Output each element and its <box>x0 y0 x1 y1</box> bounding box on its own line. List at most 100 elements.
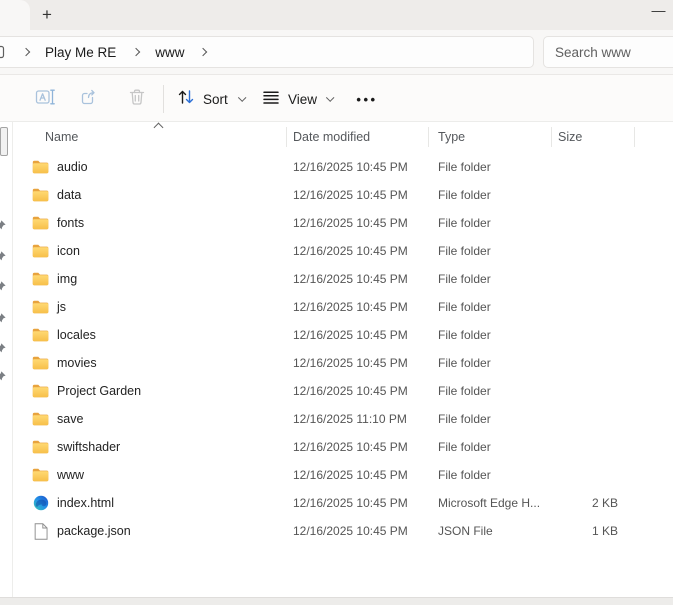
file-row[interactable]: audio 12/16/2025 10:45 PM File folder <box>12 153 673 181</box>
minimize-button[interactable]: — <box>644 0 673 26</box>
file-row[interactable]: Project Garden 12/16/2025 10:45 PM File … <box>12 377 673 405</box>
file-row[interactable]: fonts 12/16/2025 10:45 PM File folder <box>12 209 673 237</box>
file-row[interactable]: index.html 12/16/2025 10:45 PM Microsoft… <box>12 489 673 517</box>
folder-icon <box>32 412 49 426</box>
file-name: index.html <box>57 496 114 510</box>
location-icon <box>0 44 5 60</box>
column-resize-handle[interactable] <box>634 127 635 147</box>
file-row[interactable]: js 12/16/2025 10:45 PM File folder <box>12 293 673 321</box>
file-row[interactable]: swiftshader 12/16/2025 10:45 PM File fol… <box>12 433 673 461</box>
file-row[interactable]: data 12/16/2025 10:45 PM File folder <box>12 181 673 209</box>
file-type: File folder <box>438 356 491 370</box>
sort-icon <box>176 88 196 111</box>
tab-bar: ✕ + — <box>0 0 673 30</box>
file-date-modified: 12/16/2025 10:45 PM <box>293 468 408 482</box>
file-row[interactable]: img 12/16/2025 10:45 PM File folder <box>12 265 673 293</box>
file-name: locales <box>57 328 96 342</box>
nav-scrollbar-thumb[interactable] <box>0 127 8 156</box>
file-type: File folder <box>438 412 491 426</box>
file-row[interactable]: package.json 12/16/2025 10:45 PM JSON Fi… <box>12 517 673 545</box>
chevron-down-icon <box>238 93 246 102</box>
file-name: audio <box>57 160 88 174</box>
address-bar: Play Me RE www Search www <box>0 30 673 74</box>
file-date-modified: 12/16/2025 10:45 PM <box>293 300 408 314</box>
chevron-down-icon <box>326 93 335 102</box>
share-button[interactable] <box>77 85 101 113</box>
search-input[interactable]: Search www <box>543 36 673 68</box>
breadcrumb-item-www[interactable]: www <box>155 45 184 60</box>
folder-icon <box>32 272 49 286</box>
file-date-modified: 12/16/2025 10:45 PM <box>293 384 408 398</box>
pin-icon <box>0 220 6 230</box>
pin-icon <box>0 281 6 291</box>
breadcrumb-item-play-me-re[interactable]: Play Me RE <box>45 45 116 60</box>
pin-icon <box>0 371 6 381</box>
file-list: audio 12/16/2025 10:45 PM File folder da… <box>12 153 673 545</box>
breadcrumb-chevron-icon[interactable] <box>21 47 31 57</box>
file-name: save <box>57 412 84 426</box>
file-row[interactable]: locales 12/16/2025 10:45 PM File folder <box>12 321 673 349</box>
file-type: JSON File <box>438 524 493 538</box>
folder-icon <box>32 468 49 482</box>
delete-button[interactable] <box>125 85 149 113</box>
list-header: Name Date modified Type Size <box>12 122 673 151</box>
column-header-name[interactable]: Name <box>12 130 286 144</box>
nav-pin <box>0 217 6 230</box>
status-bar <box>0 597 673 605</box>
file-date-modified: 12/16/2025 10:45 PM <box>293 524 408 538</box>
folder-icon <box>32 188 49 202</box>
file-type: File folder <box>438 160 491 174</box>
file-name: img <box>57 272 78 286</box>
nav-pin <box>0 368 6 381</box>
view-icon <box>262 88 280 111</box>
address-field[interactable]: Play Me RE www <box>0 36 534 68</box>
view-button[interactable]: View <box>262 85 335 113</box>
file-date-modified: 12/16/2025 10:45 PM <box>293 356 408 370</box>
column-resize-handle[interactable] <box>286 127 287 147</box>
rename-button[interactable] <box>33 85 57 113</box>
file-icon <box>34 522 48 540</box>
sort-label: Sort <box>203 91 228 107</box>
file-size: 1 KB <box>591 524 618 538</box>
view-label: View <box>288 91 318 107</box>
file-date-modified: 12/16/2025 10:45 PM <box>293 328 408 342</box>
breadcrumb-chevron-icon[interactable] <box>198 47 207 57</box>
file-row[interactable]: save 12/16/2025 11:10 PM File folder <box>12 405 673 433</box>
nav-pin <box>0 278 6 291</box>
command-toolbar: Sort View ••• <box>0 74 673 122</box>
file-row[interactable]: icon 12/16/2025 10:45 PM File folder <box>12 237 673 265</box>
file-type: File folder <box>438 328 491 342</box>
see-more-button[interactable]: ••• <box>352 85 382 113</box>
sort-button[interactable]: Sort <box>176 85 246 113</box>
folder-icon <box>32 300 49 314</box>
column-resize-handle[interactable] <box>551 127 552 147</box>
breadcrumb-chevron-icon[interactable] <box>132 47 141 57</box>
file-type: File folder <box>438 440 491 454</box>
file-date-modified: 12/16/2025 10:45 PM <box>293 244 408 258</box>
file-row[interactable]: movies 12/16/2025 10:45 PM File folder <box>12 349 673 377</box>
search-placeholder: Search www <box>555 44 631 60</box>
file-row[interactable]: www 12/16/2025 10:45 PM File folder <box>12 461 673 489</box>
file-type: File folder <box>438 300 491 314</box>
column-header-type[interactable]: Type <box>428 130 551 144</box>
pin-icon <box>0 251 6 261</box>
edge-icon <box>33 495 48 511</box>
file-name: swiftshader <box>57 440 121 454</box>
folder-icon <box>32 328 49 342</box>
file-type: File folder <box>438 468 491 482</box>
delete-icon <box>127 87 147 112</box>
file-name: fonts <box>57 216 85 230</box>
file-type: File folder <box>438 188 491 202</box>
folder-icon <box>32 356 49 370</box>
column-header-date-modified[interactable]: Date modified <box>286 130 428 144</box>
file-date-modified: 12/16/2025 10:45 PM <box>293 160 408 174</box>
file-name: icon <box>57 244 80 258</box>
file-date-modified: 12/16/2025 11:10 PM <box>293 412 407 426</box>
nav-pin <box>0 248 6 261</box>
pin-icon <box>0 313 6 323</box>
column-header-size[interactable]: Size <box>551 130 630 144</box>
file-date-modified: 12/16/2025 10:45 PM <box>293 188 408 202</box>
column-resize-handle[interactable] <box>428 127 429 147</box>
new-tab-button[interactable]: + <box>35 3 59 27</box>
active-tab[interactable]: ✕ <box>0 0 30 30</box>
